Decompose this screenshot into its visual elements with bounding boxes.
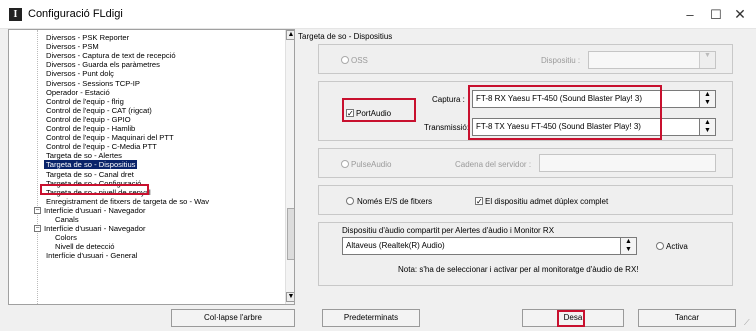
tree-expander-icon[interactable]: −: [34, 225, 41, 233]
chevron-updown-icon[interactable]: ▲ ▼: [699, 119, 715, 135]
tree-item[interactable]: Control de l'equip - C-Media PTT: [46, 142, 157, 151]
tree-item[interactable]: Control de l'equip - Hamlib: [46, 124, 135, 133]
shared-device-label: Dispositiu d'àudio compartit per Alertes…: [342, 226, 555, 235]
tree-item[interactable]: Colors: [55, 233, 77, 242]
annotation-selected-item: [40, 184, 149, 195]
tree-item[interactable]: Diversos - Sessions TCP-IP: [46, 79, 140, 88]
active-label: Activa: [666, 242, 688, 251]
oss-radio[interactable]: [341, 56, 349, 64]
tree-item[interactable]: Diversos - PSM: [46, 42, 99, 51]
shared-device-select[interactable]: Altaveus (Realtek(R) Audio) ▲ ▼: [342, 237, 637, 255]
tree-item[interactable]: Control de l'equip - Maquinari del PTT: [46, 133, 174, 142]
oss-device-label: Dispositiu :: [541, 56, 581, 65]
scroll-up-icon[interactable]: ▲: [286, 30, 294, 40]
pulseaudio-group: PulseAudio Cadena del servidor :: [318, 148, 733, 178]
config-tree[interactable]: Diversos - PSK Reporter Diversos - PSM Div…: [8, 29, 295, 305]
duplex-label: El dispositiu admet dúplex complet: [485, 197, 609, 206]
oss-group: OSS Dispositiu : ▼: [318, 44, 733, 74]
tree-item[interactable]: Canals: [55, 215, 79, 224]
tree-item[interactable]: Interfície d'usuari - General: [46, 251, 137, 260]
tree-item[interactable]: Diversos - Punt dolç: [46, 69, 114, 78]
window-title: Configuració FLdigi: [28, 8, 123, 20]
tree-item[interactable]: Control de l'equip - GPIO: [46, 115, 131, 124]
tree-item[interactable]: Operador - Estació: [46, 88, 110, 97]
annotation-save: [557, 310, 585, 327]
annotation-device-selects: [468, 85, 662, 140]
collapse-tree-button[interactable]: Col·lapse l'arbre: [171, 309, 295, 327]
title-bar: I Configuració FLdigi – ☐ ✕: [0, 0, 756, 29]
tree-item[interactable]: Interfície d'usuari - Navegador: [44, 224, 146, 233]
pulseaudio-label: PulseAudio: [351, 160, 392, 169]
chevron-updown-icon[interactable]: ▲ ▼: [620, 238, 636, 254]
files-only-radio[interactable]: [346, 197, 354, 205]
fldigi-app-icon: I: [9, 8, 22, 21]
tree-item[interactable]: Diversos - PSK Reporter: [46, 33, 129, 42]
tree-scrollbar[interactable]: ▲ ▼: [285, 30, 294, 304]
resize-grip-icon[interactable]: ⟋: [744, 318, 750, 328]
scroll-thumb[interactable]: [287, 208, 294, 260]
chevron-updown-icon[interactable]: ▲ ▼: [699, 91, 715, 107]
files-group: Només E/S de fitxers ✓ El dispositiu adm…: [318, 185, 733, 215]
tree-item[interactable]: Targeta de so - Canal dret: [46, 170, 134, 179]
defaults-button[interactable]: Predeterminats: [322, 309, 420, 327]
tree-item[interactable]: Control de l'equip - flrig: [46, 97, 124, 106]
server-label: Cadena del servidor :: [455, 160, 532, 169]
page-title: Targeta de so - Dispositius: [298, 32, 393, 41]
playback-label: Transmissió:: [424, 123, 470, 132]
tree-item[interactable]: Enregistrament de fitxers de targeta de …: [46, 197, 209, 206]
shared-audio-group: Dispositiu d'àudio compartit per Alertes…: [318, 222, 733, 286]
annotation-portaudio: [342, 98, 416, 122]
tree-item[interactable]: Diversos - Guarda els paràmetres: [46, 60, 160, 69]
scroll-down-icon[interactable]: ▼: [286, 292, 294, 302]
server-input[interactable]: [539, 154, 716, 172]
files-only-label: Només E/S de fitxers: [357, 197, 433, 206]
tree-expander-icon[interactable]: −: [34, 206, 41, 214]
note-text: Nota: s'ha de seleccionar i activar per …: [398, 265, 639, 274]
tree-item[interactable]: Nivell de detecció: [55, 242, 115, 251]
capture-label: Captura :: [432, 95, 465, 104]
tree-item-selected[interactable]: Targeta de so - Dispositius: [44, 160, 138, 170]
tree-lines: [37, 30, 38, 304]
close-button[interactable]: ✕: [722, 0, 756, 29]
oss-label: OSS: [351, 56, 368, 65]
oss-device-select[interactable]: ▼: [588, 51, 716, 69]
cancel-button[interactable]: Tancar: [638, 309, 736, 327]
tree-item[interactable]: Targeta de so - Alertes: [46, 151, 122, 160]
chevron-down-icon[interactable]: ▼: [699, 52, 715, 68]
active-radio[interactable]: [656, 242, 664, 250]
duplex-checkbox[interactable]: ✓: [475, 197, 483, 206]
tree-item[interactable]: Diversos - Captura de text de recepció: [46, 51, 176, 60]
tree-item[interactable]: Control de l'equip - CAT (rigcat): [46, 106, 152, 115]
pulseaudio-radio[interactable]: [341, 160, 349, 168]
tree-item[interactable]: Interfície d'usuari - Navegador: [44, 206, 146, 215]
